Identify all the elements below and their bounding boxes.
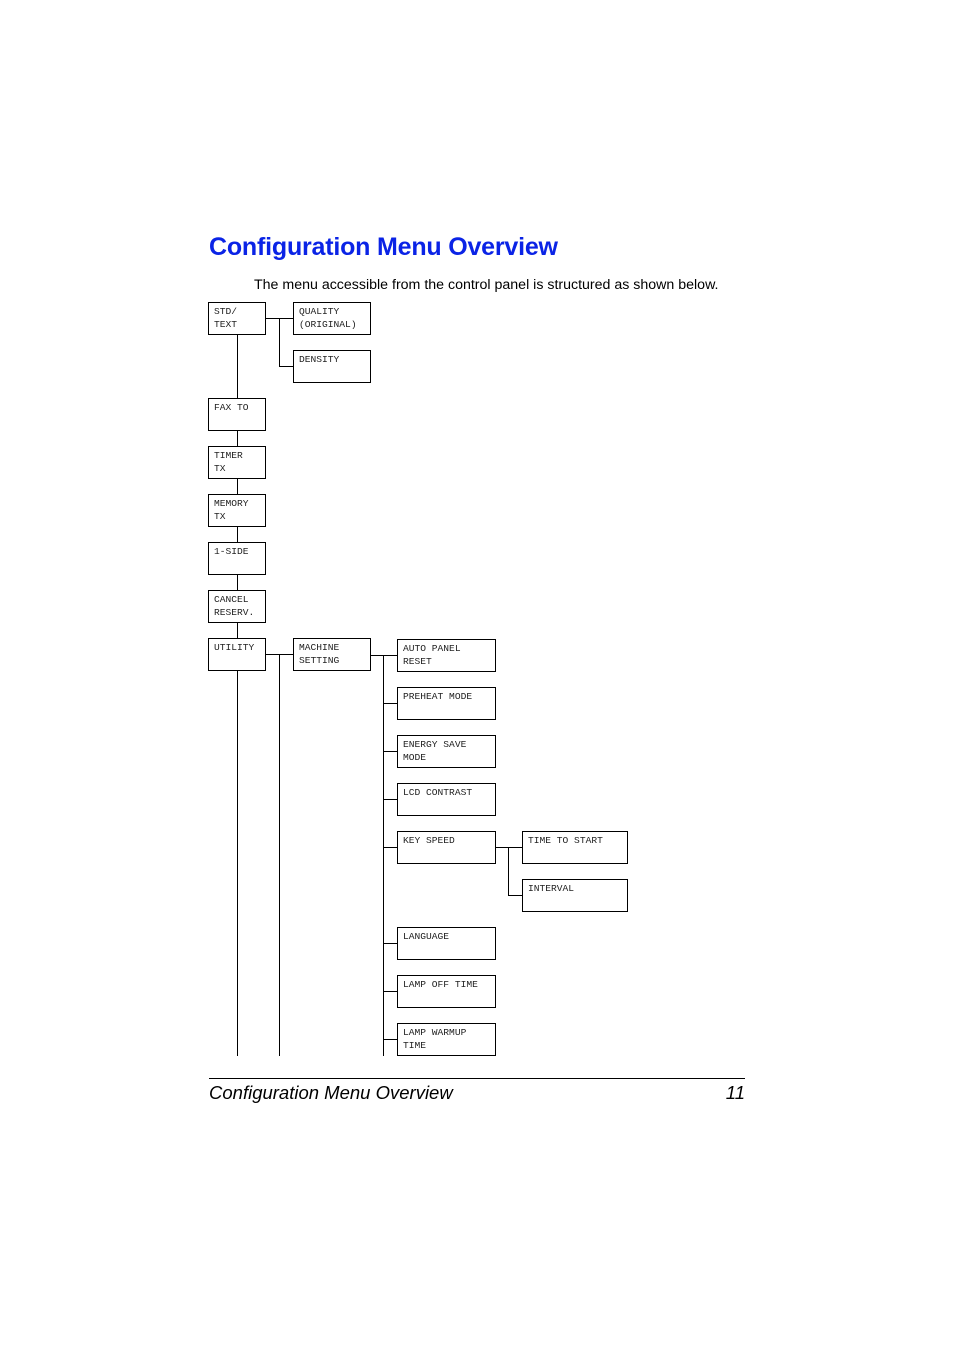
menu-node-lamp-off-time: LAMP OFF TIME bbox=[397, 975, 496, 1008]
connector-line bbox=[237, 335, 238, 398]
menu-node-language: LANGUAGE bbox=[397, 927, 496, 960]
menu-node-1-side: 1-SIDE bbox=[208, 542, 266, 575]
connector-line bbox=[237, 527, 238, 542]
connector-line bbox=[279, 654, 280, 1056]
menu-node-std-text: STD/ TEXT bbox=[208, 302, 266, 335]
connector-line bbox=[371, 655, 397, 656]
menu-node-timer-tx: TIMER TX bbox=[208, 446, 266, 479]
connector-line bbox=[237, 431, 238, 446]
footer-divider bbox=[209, 1078, 745, 1079]
connector-line bbox=[279, 366, 293, 367]
connector-line bbox=[496, 847, 522, 848]
menu-node-memory-tx: MEMORY TX bbox=[208, 494, 266, 527]
menu-node-key-speed: KEY SPEED bbox=[397, 831, 496, 864]
connector-line bbox=[383, 991, 397, 992]
menu-node-interval: INTERVAL bbox=[522, 879, 628, 912]
intro-text: The menu accessible from the control pan… bbox=[254, 277, 719, 293]
menu-node-lamp-warmup-time: LAMP WARMUP TIME bbox=[397, 1023, 496, 1056]
footer-section-title: Configuration Menu Overview bbox=[209, 1082, 453, 1103]
menu-node-time-to-start: TIME TO START bbox=[522, 831, 628, 864]
connector-line bbox=[383, 847, 397, 848]
connector-line bbox=[508, 895, 522, 896]
menu-node-quality-original: QUALITY (ORIGINAL) bbox=[293, 302, 371, 335]
connector-line bbox=[237, 623, 238, 638]
connector-line bbox=[508, 847, 509, 895]
footer-page-number: 11 bbox=[725, 1082, 745, 1103]
connector-line bbox=[383, 799, 397, 800]
page-title: Configuration Menu Overview bbox=[209, 233, 558, 261]
menu-node-cancel-reserv: CANCEL RESERV. bbox=[208, 590, 266, 623]
menu-node-utility: UTILITY bbox=[208, 638, 266, 671]
connector-line bbox=[237, 575, 238, 590]
connector-line bbox=[383, 655, 384, 1056]
menu-node-density: DENSITY bbox=[293, 350, 371, 383]
connector-line bbox=[279, 318, 280, 367]
menu-node-preheat-mode: PREHEAT MODE bbox=[397, 687, 496, 720]
menu-node-energy-save-mode: ENERGY SAVE MODE bbox=[397, 735, 496, 768]
connector-line bbox=[383, 1039, 397, 1040]
connector-line bbox=[237, 671, 238, 1056]
menu-node-lcd-contrast: LCD CONTRAST bbox=[397, 783, 496, 816]
menu-node-auto-panel-reset: AUTO PANEL RESET bbox=[397, 639, 496, 672]
connector-line bbox=[383, 943, 397, 944]
connector-line bbox=[383, 751, 397, 752]
connector-line bbox=[237, 479, 238, 494]
connector-line bbox=[383, 703, 397, 704]
menu-node-fax-to: FAX TO bbox=[208, 398, 266, 431]
menu-node-machine-setting: MACHINE SETTING bbox=[293, 638, 371, 671]
